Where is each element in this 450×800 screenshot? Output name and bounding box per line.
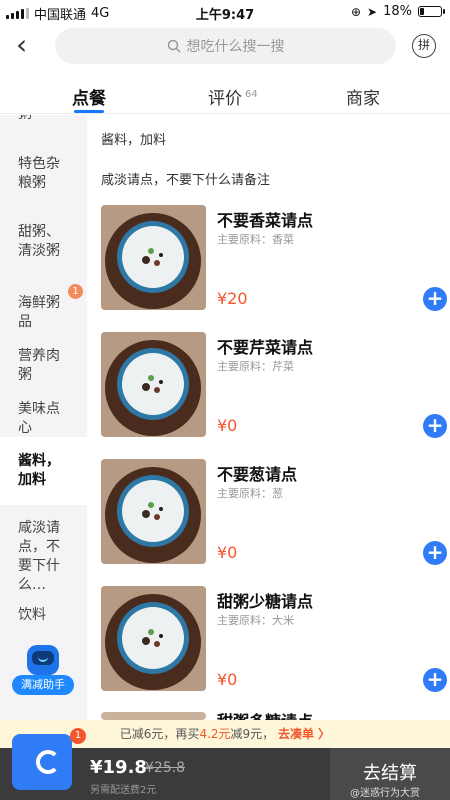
sidebar-item-sauces[interactable]: 酱料，加料 bbox=[0, 437, 87, 505]
item-price: ¥0 bbox=[217, 416, 238, 435]
dish-image bbox=[101, 712, 206, 720]
add-more-link[interactable]: 去凑单 〉 bbox=[278, 727, 330, 741]
reviews-count: 64 bbox=[245, 89, 258, 101]
cart-original-price: ¥25.8 bbox=[145, 760, 186, 776]
search-input[interactable]: 想吃什么搜一搜 bbox=[55, 28, 396, 64]
menu-item[interactable]: 不要香菜请点 主要原料：香菜 ¥20 + bbox=[101, 205, 447, 311]
battery-percent: 18% bbox=[383, 4, 412, 19]
item-name: 不要香菜请点 bbox=[217, 211, 314, 230]
watermark: @迷惑行为大赏 bbox=[350, 788, 420, 799]
tab-order-label: 点餐 bbox=[72, 89, 106, 109]
sidebar-item-drinks[interactable]: 饮料 bbox=[0, 606, 87, 625]
status-bar: 中国联通 4G 上午9:47 ⊕ ➤ 18% bbox=[0, 0, 450, 26]
sidebar-item-snacks[interactable]: 美味点心 bbox=[0, 400, 87, 438]
back-arrow-icon[interactable]: ‹ bbox=[16, 31, 40, 59]
dish-image bbox=[101, 332, 206, 437]
robot-icon bbox=[27, 645, 59, 675]
cart-total: ¥19.8 bbox=[90, 757, 147, 778]
section-subtitle: 咸淡请点，不要下什么请备注 bbox=[101, 173, 271, 188]
status-right: ⊕ ➤ 18% bbox=[350, 4, 445, 19]
tab-reviews-label: 评价 bbox=[208, 89, 242, 109]
item-name: 不要芹菜请点 bbox=[217, 338, 314, 357]
search-placeholder: 想吃什么搜一搜 bbox=[186, 39, 285, 55]
cart-count-badge: 1 bbox=[70, 728, 86, 744]
tab-merchant-label: 商家 bbox=[346, 89, 380, 109]
battery-icon bbox=[418, 6, 445, 17]
tab-merchant[interactable]: 商家 bbox=[346, 84, 380, 109]
sidebar-item-seafood[interactable]: 海鲜粥品 bbox=[0, 294, 87, 332]
search-header: ‹ 想吃什么搜一搜 拼 bbox=[0, 26, 450, 72]
category-sidebar: 粥 特色杂粮粥 甜粥、清淡粥 海鲜粥品 1 营养肉粥 美味点心 酱料，加料 咸淡… bbox=[0, 115, 87, 720]
discount-helper-button[interactable]: 满减助手 bbox=[12, 645, 74, 715]
menu-item[interactable]: 不要芹菜请点 主要原料：芹菜 ¥0 + bbox=[101, 332, 447, 438]
tab-bar: 点餐 评价 64 商家 bbox=[0, 78, 450, 114]
item-price: ¥0 bbox=[217, 670, 238, 689]
promo-amount: 4.2元 bbox=[199, 727, 231, 741]
add-to-cart-button[interactable]: + bbox=[423, 541, 447, 565]
item-name: 甜粥少糖请点 bbox=[217, 592, 314, 611]
dish-image bbox=[101, 586, 206, 691]
cart-icon bbox=[12, 734, 72, 790]
cart-button[interactable]: 1 bbox=[6, 728, 86, 794]
item-price: ¥20 bbox=[217, 289, 248, 308]
item-name: 不要葱请点 bbox=[217, 465, 298, 484]
item-ingredients: 主要原料：葱 bbox=[217, 487, 283, 500]
sidebar-item-sweet[interactable]: 甜粥、清淡粥 bbox=[0, 223, 87, 261]
sidebar-item-notes[interactable]: 咸淡请点，不要下什么… bbox=[0, 519, 87, 595]
item-ingredients: 主要原料：大米 bbox=[217, 614, 294, 627]
delivery-fee: 另需配送费2元 bbox=[90, 785, 157, 796]
dish-image bbox=[101, 459, 206, 564]
discount-helper-label: 满减助手 bbox=[12, 675, 74, 695]
tab-reviews[interactable]: 评价 64 bbox=[208, 84, 258, 109]
sidebar-item-grains[interactable]: 特色杂粮粥 bbox=[0, 155, 87, 193]
sidebar-item-meat[interactable]: 营养肉粥 bbox=[0, 347, 87, 385]
menu-list: 酱料，加料 咸淡请点，不要下什么请备注 不要香菜请点 主要原料：香菜 ¥20 +… bbox=[87, 115, 450, 720]
add-to-cart-button[interactable]: + bbox=[423, 287, 447, 311]
add-to-cart-button[interactable]: + bbox=[423, 668, 447, 692]
menu-item[interactable]: 不要葱请点 主要原料：葱 ¥0 + bbox=[101, 459, 447, 565]
section-title: 酱料，加料 bbox=[101, 133, 167, 148]
tab-order[interactable]: 点餐 bbox=[72, 84, 106, 109]
group-order-button[interactable]: 拼 bbox=[412, 34, 436, 58]
active-tab-indicator bbox=[74, 110, 104, 113]
lock-rotation-icon: ⊕ bbox=[350, 4, 362, 19]
cart-bar: 1 ¥19.8 ¥25.8 另需配送费2元 去结算 @迷惑行为大赏 bbox=[0, 728, 450, 800]
promo-text-2: 减9元， bbox=[230, 727, 275, 741]
sidebar-item-partial[interactable]: 粥 bbox=[0, 115, 87, 124]
location-icon: ➤ bbox=[367, 4, 378, 19]
item-name: 甜粥多糖请点 bbox=[217, 708, 313, 720]
menu-item-partial[interactable]: 甜粥多糖请点 bbox=[101, 712, 441, 720]
dish-image bbox=[101, 205, 206, 310]
sidebar-badge: 1 bbox=[68, 284, 83, 299]
search-icon bbox=[167, 39, 181, 53]
promo-text-1: 已减6元，再买 bbox=[119, 727, 200, 741]
item-ingredients: 主要原料：芹菜 bbox=[217, 360, 294, 373]
menu-item[interactable]: 甜粥少糖请点 主要原料：大米 ¥0 + bbox=[101, 586, 447, 692]
item-price: ¥0 bbox=[217, 543, 238, 562]
add-to-cart-button[interactable]: + bbox=[423, 414, 447, 438]
item-ingredients: 主要原料：香菜 bbox=[217, 233, 294, 246]
